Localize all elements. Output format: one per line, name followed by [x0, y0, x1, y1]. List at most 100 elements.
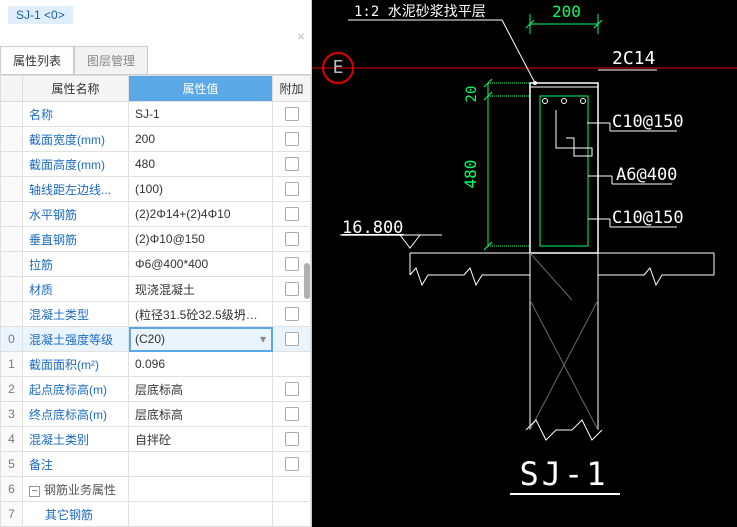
- scrollbar-thumb[interactable]: [304, 263, 310, 299]
- property-value[interactable]: 层底标高: [129, 377, 273, 402]
- row-number: 7: [1, 502, 23, 527]
- row-number: 5: [1, 452, 23, 477]
- extra-cell[interactable]: [273, 327, 311, 352]
- extra-checkbox[interactable]: [285, 132, 299, 146]
- extra-checkbox[interactable]: [285, 282, 299, 296]
- property-name: 材质: [23, 277, 129, 302]
- col-name[interactable]: 属性名称: [23, 76, 129, 102]
- property-value[interactable]: [129, 502, 273, 527]
- extra-checkbox[interactable]: [285, 382, 299, 396]
- property-value[interactable]: SJ-1: [129, 102, 273, 127]
- mortar-note: 1:2 水泥砂浆找平层: [354, 4, 486, 20]
- table-row[interactable]: 截面宽度(mm)200: [1, 127, 311, 152]
- extra-cell[interactable]: [273, 452, 311, 477]
- table-row[interactable]: 3终点底标高(m)层底标高: [1, 402, 311, 427]
- property-name: 起点底标高(m): [23, 377, 129, 402]
- extra-cell[interactable]: [273, 427, 311, 452]
- row-number: [1, 127, 23, 152]
- property-value[interactable]: [129, 477, 273, 502]
- table-row[interactable]: 7其它钢筋: [1, 502, 311, 527]
- extra-cell[interactable]: [273, 402, 311, 427]
- table-row[interactable]: 1截面面积(m²)0.096: [1, 352, 311, 377]
- property-name: 名称: [23, 102, 129, 127]
- table-row[interactable]: 2起点底标高(m)层底标高: [1, 377, 311, 402]
- extra-checkbox[interactable]: [285, 207, 299, 221]
- table-row[interactable]: 0混凝土强度等级(C20)▾: [1, 327, 311, 352]
- table-row[interactable]: 名称SJ-1: [1, 102, 311, 127]
- label-a6: A6@400: [616, 165, 677, 185]
- cad-viewport[interactable]: E 1:2 水泥砂浆找平层 200 2C14: [312, 0, 737, 527]
- close-icon[interactable]: ×: [0, 28, 311, 46]
- extra-cell[interactable]: [273, 377, 311, 402]
- table-row[interactable]: 垂直钢筋(2)Φ10@150: [1, 227, 311, 252]
- table-row[interactable]: 拉筋Φ6@400*400: [1, 252, 311, 277]
- label-c10-bot: C10@150: [612, 208, 684, 228]
- property-value[interactable]: (2)2Φ14+(2)4Φ10: [129, 202, 273, 227]
- extra-checkbox[interactable]: [285, 407, 299, 421]
- property-table-wrap: 属性名称 属性值 附加 名称SJ-1截面宽度(mm)200截面高度(mm)480…: [0, 75, 311, 527]
- extra-checkbox[interactable]: [285, 457, 299, 471]
- table-row[interactable]: 截面高度(mm)480: [1, 152, 311, 177]
- extra-checkbox[interactable]: [285, 157, 299, 171]
- property-name: 混凝土强度等级: [23, 327, 129, 352]
- property-value[interactable]: (C20)▾: [129, 327, 273, 352]
- row-number: 1: [1, 352, 23, 377]
- property-value[interactable]: 自拌砼: [129, 427, 273, 452]
- extra-cell[interactable]: [273, 302, 311, 327]
- table-row[interactable]: 混凝土类型(粒径31.5砼32.5级坍落...: [1, 302, 311, 327]
- extra-cell[interactable]: [273, 227, 311, 252]
- property-name: 备注: [23, 452, 129, 477]
- extra-cell[interactable]: [273, 202, 311, 227]
- extra-checkbox[interactable]: [285, 107, 299, 121]
- property-value[interactable]: (2)Φ10@150: [129, 227, 273, 252]
- table-row[interactable]: 4混凝土类别自拌砼: [1, 427, 311, 452]
- col-extra[interactable]: 附加: [273, 76, 311, 102]
- row-number: 2: [1, 377, 23, 402]
- property-value[interactable]: Φ6@400*400: [129, 252, 273, 277]
- property-name: 截面宽度(mm): [23, 127, 129, 152]
- table-row[interactable]: 轴线距左边线...(100): [1, 177, 311, 202]
- row-number: 3: [1, 402, 23, 427]
- axis-marker: E: [333, 57, 344, 78]
- table-row[interactable]: 水平钢筋(2)2Φ14+(2)4Φ10: [1, 202, 311, 227]
- component-tag[interactable]: SJ-1 <0>: [8, 6, 73, 24]
- col-value[interactable]: 属性值: [129, 76, 273, 102]
- property-value[interactable]: (100): [129, 177, 273, 202]
- row-number: 4: [1, 427, 23, 452]
- property-value[interactable]: (粒径31.5砼32.5级坍落...: [129, 302, 273, 327]
- row-number: 0: [1, 327, 23, 352]
- extra-checkbox[interactable]: [285, 182, 299, 196]
- label-c10-top: C10@150: [612, 112, 684, 132]
- left-panel: SJ-1 <0> × 属性列表 图层管理 属性名称 属性值 附加 名称SJ-1截…: [0, 0, 312, 527]
- extra-cell[interactable]: [273, 477, 311, 502]
- extra-cell[interactable]: [273, 102, 311, 127]
- property-value[interactable]: [129, 452, 273, 477]
- property-value[interactable]: 现浇混凝土: [129, 277, 273, 302]
- tab-layers[interactable]: 图层管理: [74, 46, 148, 74]
- property-name: 终点底标高(m): [23, 402, 129, 427]
- property-name: 拉筋: [23, 252, 129, 277]
- extra-cell[interactable]: [273, 352, 311, 377]
- chevron-down-icon[interactable]: ▾: [260, 332, 266, 346]
- tab-properties[interactable]: 属性列表: [0, 46, 74, 74]
- extra-cell[interactable]: [273, 152, 311, 177]
- table-row[interactable]: 6−钢筋业务属性: [1, 477, 311, 502]
- property-value[interactable]: 200: [129, 127, 273, 152]
- property-name: 截面面积(m²): [23, 352, 129, 377]
- property-name: −钢筋业务属性: [23, 477, 129, 502]
- extra-cell[interactable]: [273, 127, 311, 152]
- extra-checkbox[interactable]: [285, 332, 299, 346]
- table-row[interactable]: 材质现浇混凝土: [1, 277, 311, 302]
- property-value[interactable]: 层底标高: [129, 402, 273, 427]
- table-row[interactable]: 5备注: [1, 452, 311, 477]
- extra-cell[interactable]: [273, 177, 311, 202]
- tree-toggle-icon[interactable]: −: [29, 486, 40, 497]
- extra-checkbox[interactable]: [285, 307, 299, 321]
- row-number: [1, 252, 23, 277]
- property-value[interactable]: 0.096: [129, 352, 273, 377]
- extra-cell[interactable]: [273, 502, 311, 527]
- extra-checkbox[interactable]: [285, 232, 299, 246]
- property-value[interactable]: 480: [129, 152, 273, 177]
- extra-checkbox[interactable]: [285, 257, 299, 271]
- extra-checkbox[interactable]: [285, 432, 299, 446]
